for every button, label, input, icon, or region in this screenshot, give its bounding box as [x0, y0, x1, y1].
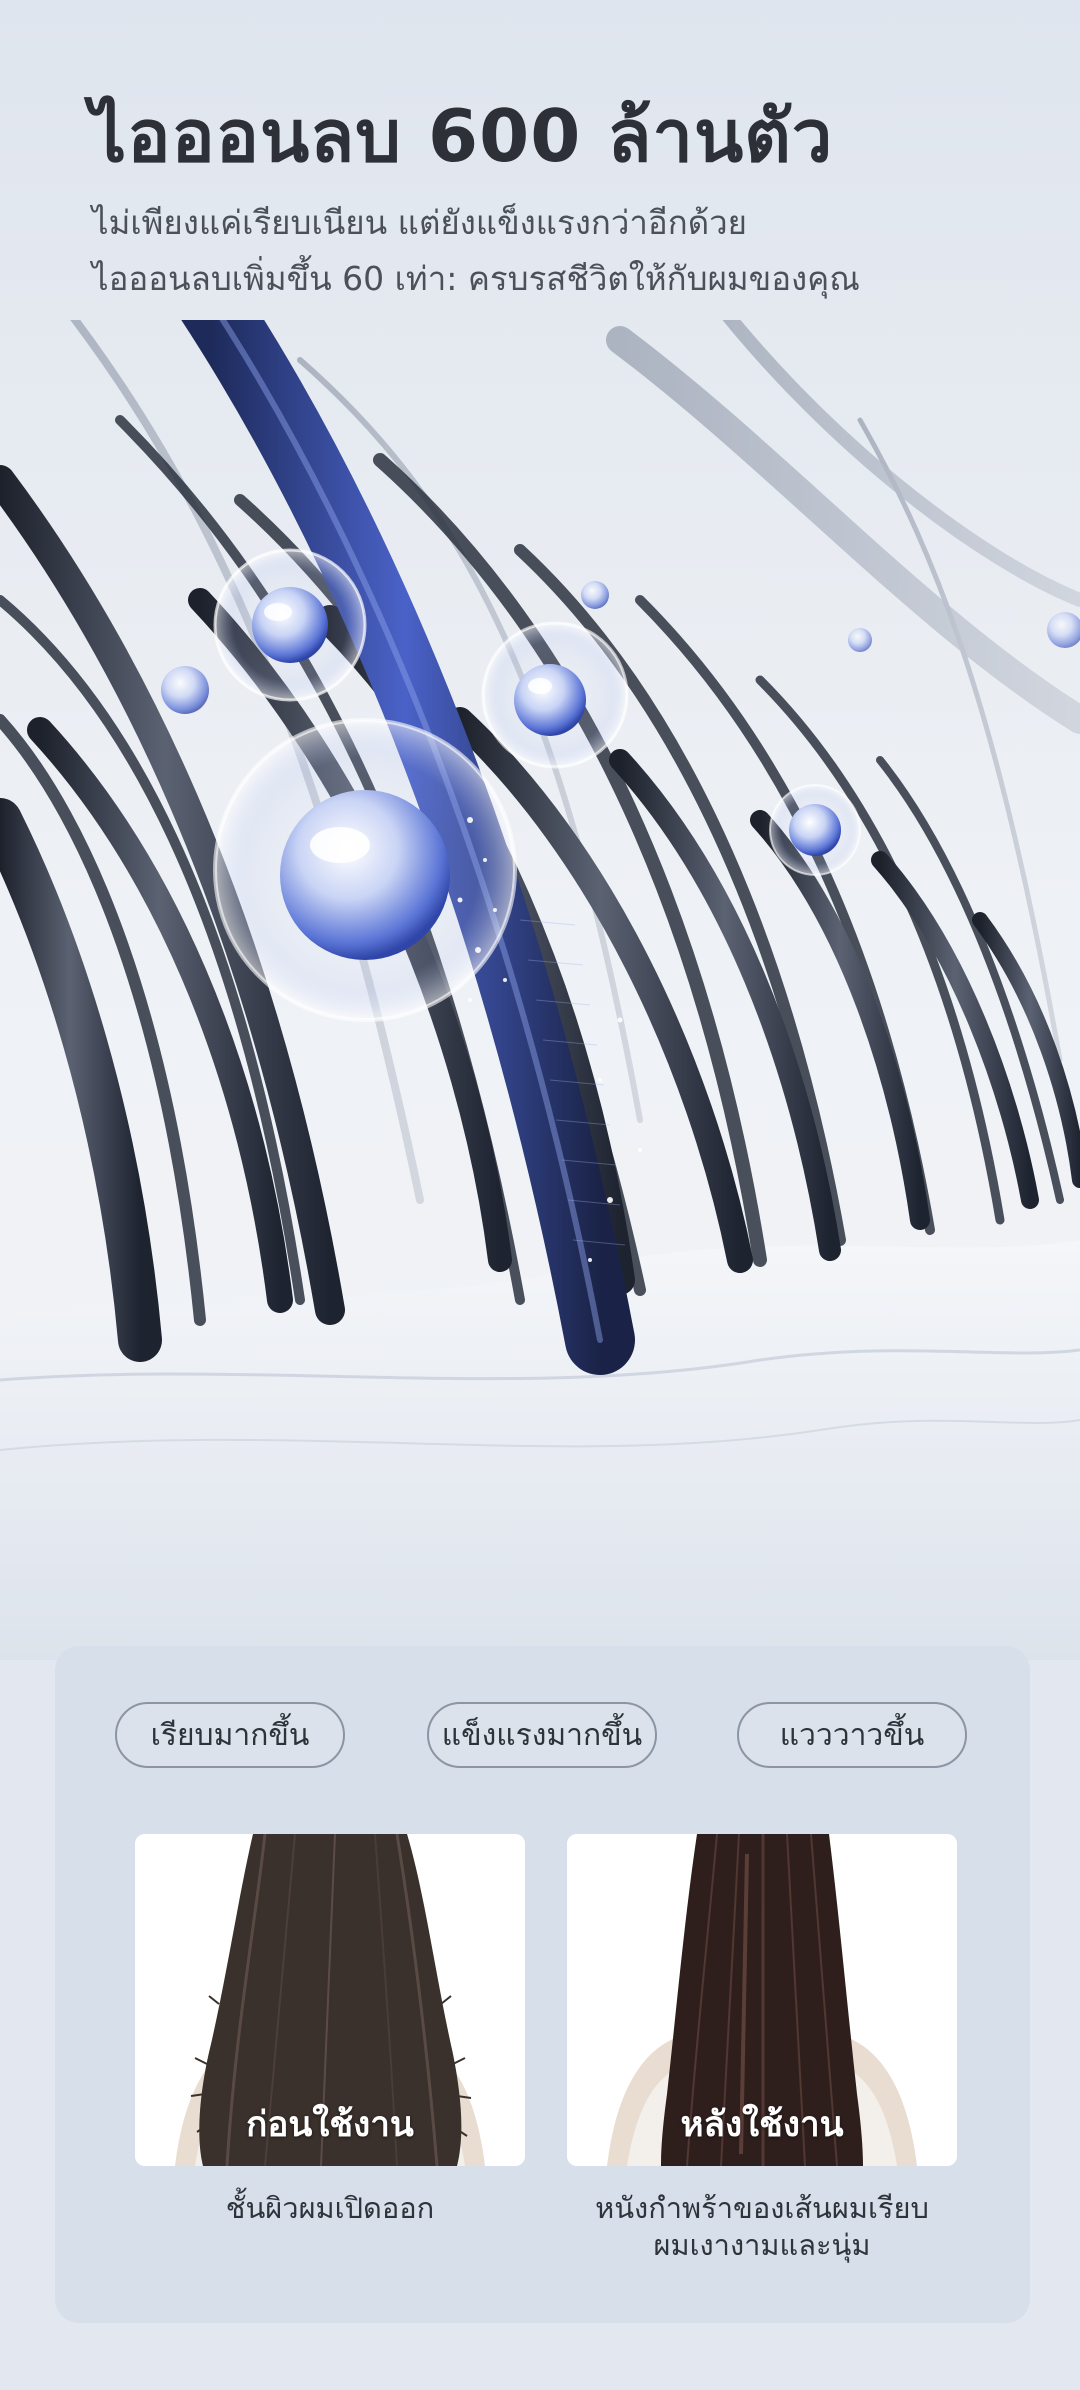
subtitle-line-1: ไม่เพียงแค่เรียบเนียน แต่ยังแข็งแรงกว่าอ…	[92, 203, 748, 242]
tag-shinier: แวววาวขึ้น	[737, 1702, 967, 1768]
before-photo: ก่อนใช้งาน	[135, 1834, 525, 2166]
before-caption: ชั้นผิวผมเปิดออก	[115, 2190, 545, 2227]
header-section: ไอออนลบ 600 ล้านตัว ไม่เพียงแค่เรียบเนีย…	[0, 0, 1080, 320]
page-title: ไอออนลบ 600 ล้านตัว	[90, 94, 834, 178]
after-label: หลังใช้งาน	[680, 2105, 844, 2145]
after-caption-line-2: ผมเงางามและนุ่ม	[653, 2228, 871, 2262]
after-photo: หลังใช้งาน	[567, 1834, 957, 2166]
tag-smoother: เรียบมากขึ้น	[115, 1702, 345, 1768]
after-caption-line-1: หนังกำพร้าของเส้นผมเรียบ	[595, 2191, 929, 2225]
hair-strands-image	[0, 300, 1080, 1660]
before-caption-text: ชั้นผิวผมเปิดออก	[225, 2191, 435, 2225]
after-caption: หนังกำพร้าของเส้นผมเรียบ ผมเงางามและนุ่ม	[547, 2190, 977, 2264]
hero-illustration	[0, 300, 1080, 1660]
tag-stronger: แข็งแรงมากขึ้น	[427, 1702, 657, 1768]
before-label: ก่อนใช้งาน	[246, 2105, 414, 2145]
comparison-panel: เรียบมากขึ้น แข็งแรงมากขึ้น แวววาวขึ้น ก…	[55, 1646, 1030, 2323]
subtitle-line-2: ไอออนลบเพิ่มขึ้น 60 เท่า: ครบรสชีวิตให้ก…	[92, 259, 860, 298]
